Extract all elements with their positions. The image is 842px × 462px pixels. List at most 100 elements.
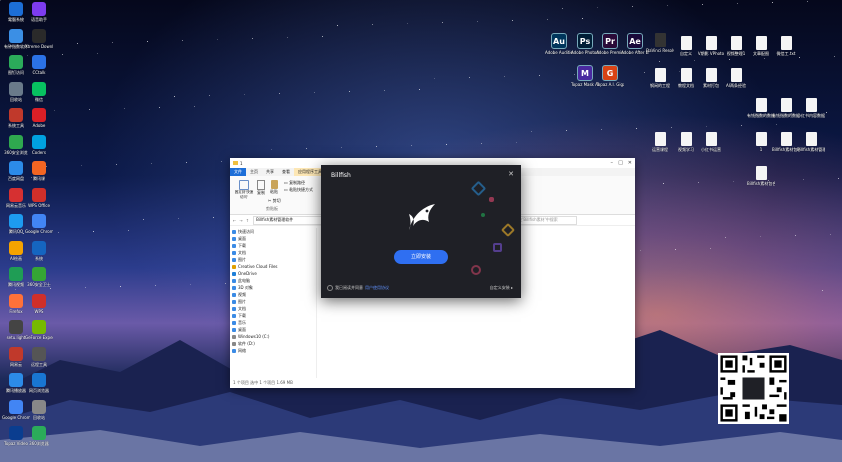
- desktop-icon[interactable]: 系统: [25, 240, 53, 261]
- search-input[interactable]: ⌕在'Billfish素材'中搜索: [513, 215, 578, 225]
- nav-item[interactable]: 桌面: [232, 235, 316, 242]
- desktop-icon[interactable]: 远程工具: [25, 346, 53, 367]
- nav-item[interactable]: 此电脑: [232, 277, 316, 284]
- desktop-icon[interactable]: 有钱指数的数据.xlsx: [747, 98, 775, 118]
- nav-item[interactable]: 下载: [232, 312, 316, 319]
- desktop-icon[interactable]: M Topaz Mask AI: [571, 65, 599, 87]
- star: [194, 106, 195, 107]
- nav-item[interactable]: 图片: [232, 298, 316, 305]
- file-icon: [730, 36, 742, 50]
- desktop-icon[interactable]: GTopaz A.I. Gigapixel: [596, 65, 624, 87]
- file-icon: [705, 36, 717, 50]
- desktop-icon[interactable]: Xtreme Download: [25, 28, 53, 49]
- nav-item[interactable]: 3D 对象: [232, 284, 316, 291]
- desktop-icon[interactable]: 视频整理1: [722, 36, 750, 56]
- desktop-icon[interactable]: 小红书运营: [697, 132, 725, 152]
- desktop-icon[interactable]: 钢闲的工程: [646, 68, 674, 88]
- desktop-icon[interactable]: 有钱指数的数据.png: [772, 98, 800, 118]
- nav-item[interactable]: 视频: [232, 291, 316, 298]
- app-icon: [9, 108, 23, 122]
- desktop-icon[interactable]: 网页浏览器: [25, 373, 53, 393]
- nav-item[interactable]: 文档: [232, 249, 316, 256]
- star: [376, 146, 377, 147]
- nav-item-label: 下载: [238, 243, 246, 248]
- desktop-icon[interactable]: 运营课程: [646, 132, 674, 152]
- nav-item[interactable]: Creative Cloud Files: [232, 263, 316, 270]
- nav-item[interactable]: 快速访问: [232, 228, 316, 235]
- desktop-icon[interactable]: 360浏览器: [25, 426, 53, 446]
- nav-item[interactable]: 桌面: [232, 326, 316, 333]
- desktop-icon[interactable]: 回收站: [25, 399, 53, 420]
- decor-shape: [470, 180, 487, 197]
- desktop-icon[interactable]: CCtalk: [25, 55, 53, 75]
- folder-icon: [232, 348, 236, 353]
- star: [582, 18, 583, 19]
- cut-button[interactable]: ✂ 剪切: [268, 198, 281, 204]
- nav-item[interactable]: OneDrive: [232, 270, 316, 277]
- desktop-icon[interactable]: 自定义: [672, 36, 700, 56]
- desktop-icon[interactable]: DaVinci Resolve: [646, 33, 674, 53]
- desktop-icon[interactable]: 1: [747, 132, 775, 152]
- agree-text: 我已阅读并同意: [335, 285, 363, 290]
- nav-item[interactable]: 软件 (D:): [232, 340, 316, 347]
- desktop-icon[interactable]: Adobe: [25, 108, 53, 128]
- nav-item[interactable]: Windows10 (C:): [232, 333, 316, 340]
- maximize-icon[interactable]: □: [618, 160, 623, 166]
- copy-path-button[interactable]: ▭ 复制路径: [284, 180, 305, 186]
- desktop-icon[interactable]: V期影 VPhoto: [697, 36, 725, 56]
- desktop-icon[interactable]: GeForce Experience: [25, 320, 53, 340]
- tab-home[interactable]: 主页: [246, 168, 262, 176]
- agreement-row: 我已阅读并同意 用户使用协议: [327, 285, 389, 291]
- desktop-icon[interactable]: 素材打包: [697, 68, 725, 88]
- desktop-icon[interactable]: Google Chrome: [25, 214, 53, 234]
- agree-checkbox[interactable]: [327, 285, 333, 291]
- desktop-icon[interactable]: 文章配图: [747, 36, 775, 56]
- nav-item[interactable]: 网络: [232, 347, 316, 354]
- desktop-icon[interactable]: 视频学习: [672, 132, 700, 152]
- pin-button[interactable]: 固定到'快速访问': [234, 180, 254, 200]
- forward-arrow-icon[interactable]: →: [239, 218, 242, 223]
- paste-shortcut-button[interactable]: ▭ 粘贴快捷方式: [284, 187, 313, 193]
- desktop-icon[interactable]: 腾讯课: [25, 161, 53, 181]
- copy-button[interactable]: 复制: [256, 180, 266, 196]
- desktop-icon[interactable]: 教程文档: [672, 68, 700, 88]
- desktop-icon[interactable]: Ps Adobe Photosh: [571, 33, 599, 55]
- folder-icon: [232, 320, 236, 325]
- desktop-icon[interactable]: WPS Office: [25, 187, 53, 208]
- up-arrow-icon[interactable]: ↑: [246, 218, 249, 223]
- close-icon[interactable]: ✕: [628, 160, 632, 166]
- desktop-icon[interactable]: 语音助手: [25, 2, 53, 22]
- desktop-icon[interactable]: 360安全卫士: [25, 267, 53, 287]
- nav-item[interactable]: 下载: [232, 242, 316, 249]
- user-agreement-link[interactable]: 用户使用协议: [365, 285, 389, 291]
- paste-button[interactable]: 粘贴: [268, 180, 280, 195]
- desktop-icon[interactable]: Billfish素材包合集.rar: [772, 132, 800, 152]
- desktop-icon[interactable]: Coders: [25, 134, 53, 155]
- nav-item[interactable]: 图片: [232, 256, 316, 263]
- nav-item[interactable]: 文档: [232, 305, 316, 312]
- desktop-icon[interactable]: Billfish素材包合集: [747, 166, 775, 186]
- tab-share[interactable]: 共享: [262, 168, 278, 176]
- decor-shape: [481, 213, 485, 217]
- tab-file[interactable]: 文件: [230, 168, 246, 176]
- install-now-button[interactable]: 立即安装: [394, 250, 448, 264]
- file-icon: [780, 36, 792, 50]
- back-arrow-icon[interactable]: ←: [233, 218, 236, 223]
- desktop-icon[interactable]: 微信工.txt: [772, 36, 800, 56]
- tab-view[interactable]: 查看: [278, 168, 294, 176]
- desktop-icon[interactable]: 微信: [25, 81, 53, 102]
- star: [667, 5, 668, 6]
- desktop-icon[interactable]: AI两条经验: [722, 68, 750, 88]
- close-icon[interactable]: ✕: [508, 170, 514, 178]
- custom-install-link[interactable]: 自定义安装 ▸: [490, 285, 513, 291]
- desktop-icon[interactable]: 小红书内容数据.png: [797, 98, 825, 118]
- folder-icon: [232, 299, 236, 304]
- minimize-icon[interactable]: –: [611, 160, 614, 166]
- desktop-icon[interactable]: AeAdobe After Effects 2021: [621, 33, 649, 55]
- desktop-icon[interactable]: Au Adobe Audition: [545, 33, 573, 55]
- desktop-icon[interactable]: Billfish素材管理软件.exe: [797, 132, 825, 152]
- nav-item[interactable]: 音乐: [232, 319, 316, 326]
- desktop-icon[interactable]: Pr Adobe Premie: [596, 33, 624, 55]
- app-icon: [32, 240, 46, 255]
- desktop-icon[interactable]: WPS: [25, 293, 53, 314]
